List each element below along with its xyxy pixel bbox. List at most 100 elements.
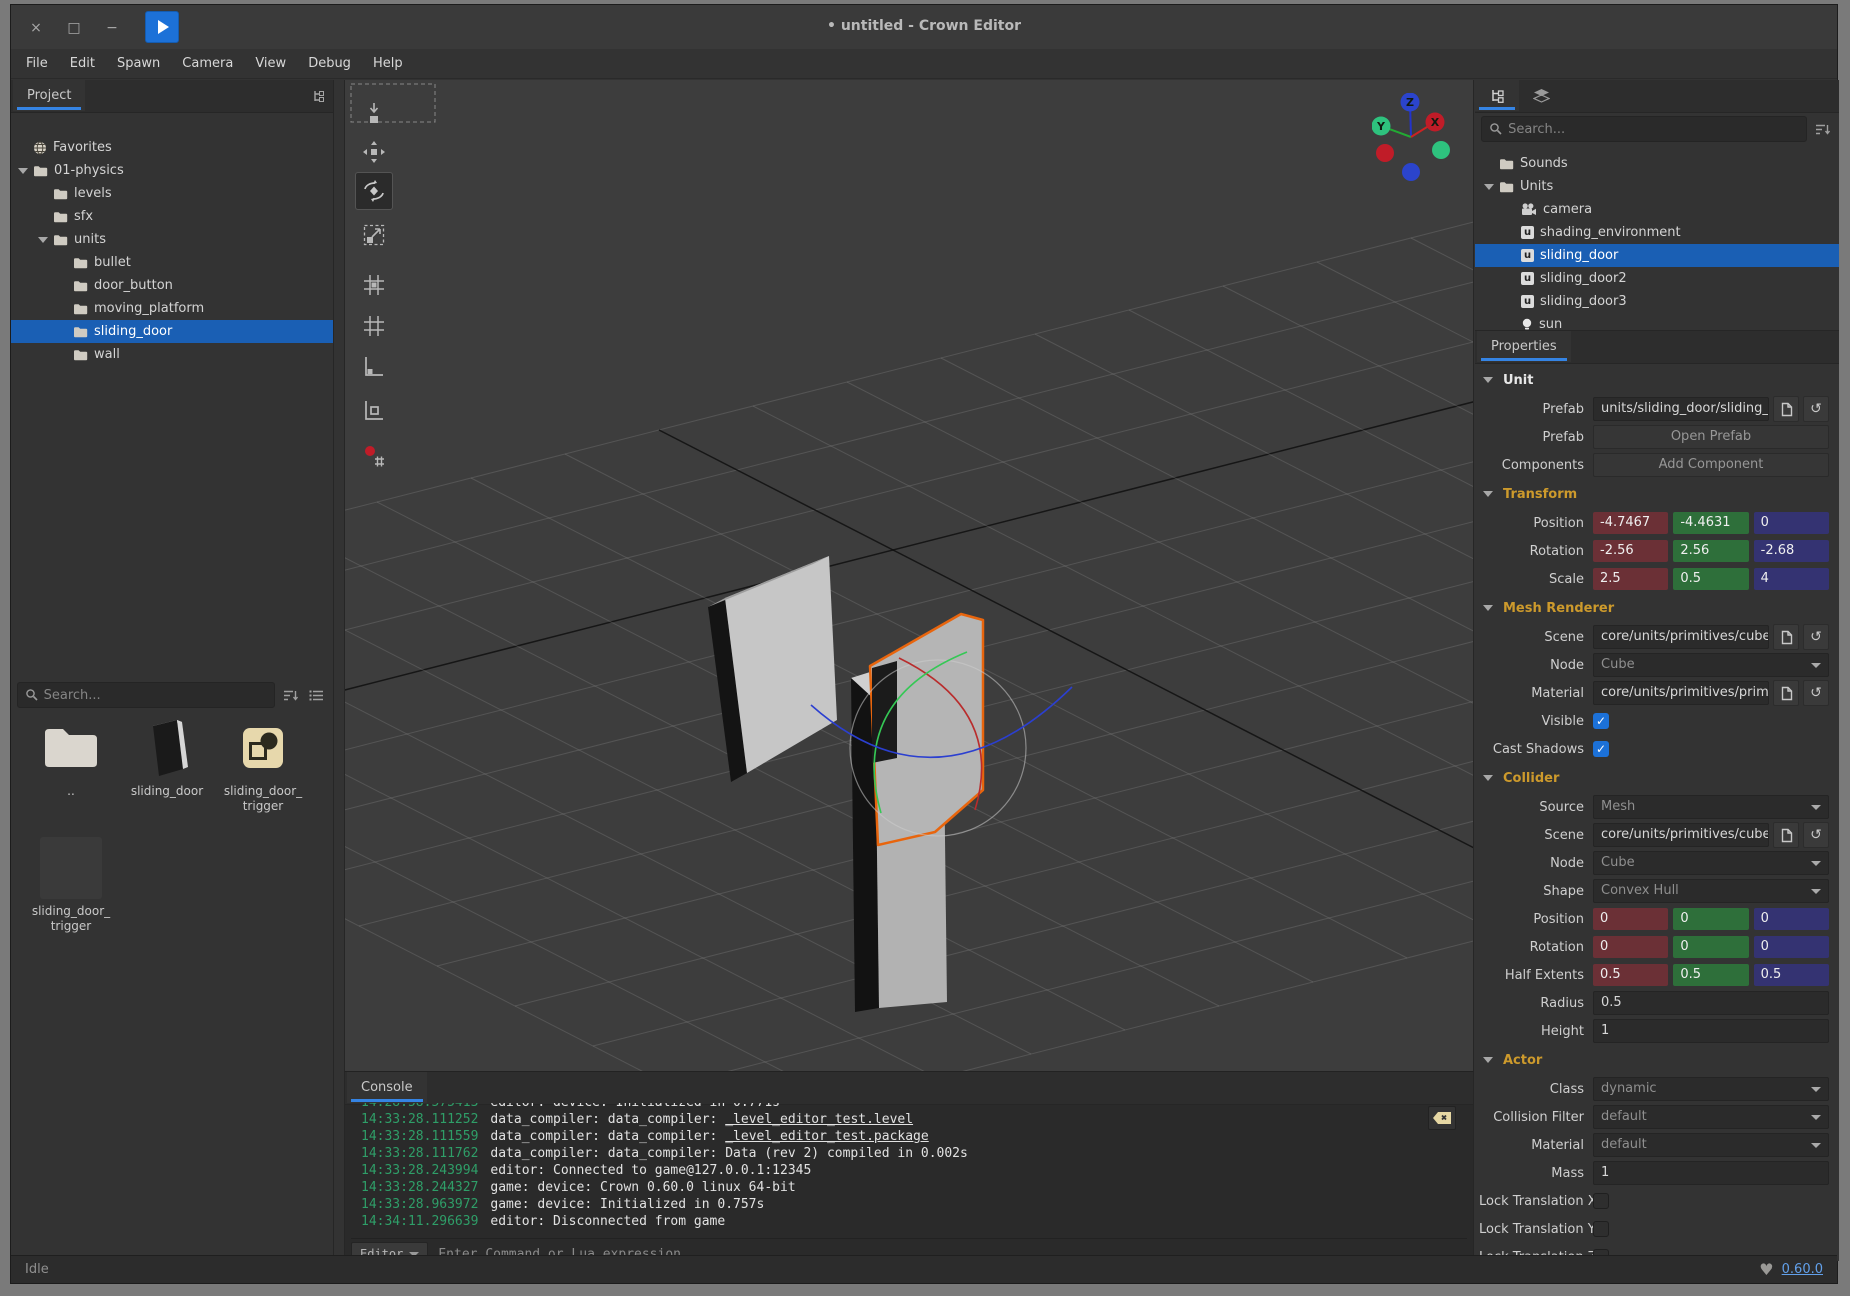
section-header-mesh-renderer[interactable]: Mesh Renderer <box>1475 593 1839 623</box>
rotation-z-field[interactable]: -2.68 <box>1754 540 1829 562</box>
outliner-search-input[interactable] <box>1506 121 1806 138</box>
axis-neg-z-ball[interactable] <box>1402 163 1420 181</box>
resource-path-field[interactable]: core/units/primitives/cube <box>1593 625 1769 649</box>
revert-resource-button[interactable]: ↺ <box>1803 680 1829 706</box>
resource-path-field[interactable]: units/sliding_door/sliding_door <box>1593 397 1769 421</box>
node-dropdown[interactable]: Cube <box>1593 653 1829 677</box>
scale-y-field[interactable]: 0.5 <box>1673 568 1748 590</box>
tab-properties[interactable]: Properties <box>1477 331 1571 362</box>
outliner-item-sliding-door3[interactable]: usliding_door3 <box>1475 290 1839 313</box>
clear-console-button[interactable] <box>1428 1106 1456 1130</box>
section-header-unit[interactable]: Unit <box>1475 365 1839 395</box>
project-item-sfx[interactable]: sfx <box>11 205 333 228</box>
project-search-input[interactable] <box>42 687 274 704</box>
open-prefab-button[interactable]: Open Prefab <box>1593 425 1829 449</box>
rotation-x-field[interactable]: 0 <box>1593 936 1668 958</box>
position-x-field[interactable]: -4.7467 <box>1593 512 1668 534</box>
snap-to-grid-tool-button[interactable] <box>359 270 389 300</box>
place-tool-button[interactable] <box>359 98 389 128</box>
scale-x-field[interactable]: 2.5 <box>1593 568 1668 590</box>
browse-resource-button[interactable] <box>1773 396 1799 422</box>
project-item-wall[interactable]: wall <box>11 343 333 366</box>
position-y-field[interactable]: -4.4631 <box>1673 512 1748 534</box>
menu-camera[interactable]: Camera <box>171 49 244 78</box>
log-resource-link[interactable]: _level_editor_test.package <box>725 1129 929 1144</box>
half-extents-y-field[interactable]: 0.5 <box>1673 964 1748 986</box>
outliner-item-sliding-door2[interactable]: usliding_door2 <box>1475 267 1839 290</box>
mass-field[interactable]: 1 <box>1593 1161 1829 1185</box>
position-y-field[interactable]: 0 <box>1673 908 1748 930</box>
asset-blank-preview[interactable]: sliding_door_ trigger <box>23 836 119 956</box>
cast-shadows-checkbox[interactable]: ✓ <box>1593 741 1609 757</box>
revert-resource-button[interactable]: ↺ <box>1803 822 1829 848</box>
rotation-y-field[interactable]: 2.56 <box>1673 540 1748 562</box>
rotation-z-field[interactable]: 0 <box>1754 936 1829 958</box>
half-extents-x-field[interactable]: 0.5 <box>1593 964 1668 986</box>
version-link[interactable]: 0.60.0 <box>1782 1262 1823 1277</box>
add-component-button[interactable]: Add Component <box>1593 453 1829 477</box>
scale-tool-button[interactable] <box>359 220 389 250</box>
menu-debug[interactable]: Debug <box>297 49 362 78</box>
section-header-actor[interactable]: Actor <box>1475 1045 1839 1075</box>
position-z-field[interactable]: 0 <box>1754 908 1829 930</box>
heart-icon[interactable]: ♥ <box>1759 1260 1773 1279</box>
project-item-moving-platform[interactable]: moving_platform <box>11 297 333 320</box>
project-item-levels[interactable]: levels <box>11 182 333 205</box>
material-dropdown[interactable]: default <box>1593 1133 1829 1157</box>
outliner-item-sliding-door[interactable]: usliding_door <box>1475 244 1839 267</box>
menu-view[interactable]: View <box>244 49 297 78</box>
asset-door-preview[interactable]: sliding_door <box>119 716 215 836</box>
tab-level-tree[interactable] <box>1475 80 1519 111</box>
console-log[interactable]: 14:28:58.575413editor: device: Initializ… <box>345 1103 1473 1231</box>
radius-field[interactable]: 0.5 <box>1593 991 1829 1015</box>
menu-file[interactable]: File <box>15 49 59 78</box>
list-view-icon[interactable] <box>305 684 327 706</box>
visible-checkbox[interactable]: ✓ <box>1593 713 1609 729</box>
axis-neg-y-ball[interactable] <box>1432 141 1450 159</box>
expander-icon[interactable] <box>13 168 33 174</box>
class-dropdown[interactable]: dynamic <box>1593 1077 1829 1101</box>
position-z-field[interactable]: 0 <box>1754 512 1829 534</box>
section-header-transform[interactable]: Transform <box>1475 479 1839 509</box>
reference-system-tool-button[interactable] <box>359 351 389 381</box>
move-tool-button[interactable] <box>359 137 389 167</box>
revert-resource-button[interactable]: ↺ <box>1803 624 1829 650</box>
rotate-tool-button[interactable] <box>355 172 393 210</box>
browse-resource-button[interactable] <box>1773 624 1799 650</box>
position-x-field[interactable]: 0 <box>1593 908 1668 930</box>
source-dropdown[interactable]: Mesh <box>1593 795 1829 819</box>
menu-edit[interactable]: Edit <box>59 49 106 78</box>
section-header-collider[interactable]: Collider <box>1475 763 1839 793</box>
menu-spawn[interactable]: Spawn <box>106 49 171 78</box>
sort-icon[interactable] <box>279 684 301 706</box>
shape-dropdown[interactable]: Convex Hull <box>1593 879 1829 903</box>
tab-layers[interactable] <box>1519 80 1563 111</box>
collision-filter-dropdown[interactable]: default <box>1593 1105 1829 1129</box>
outliner-item-units[interactable]: Units <box>1475 175 1839 198</box>
axis-neg-x-ball[interactable] <box>1376 144 1394 162</box>
outliner-item-shading-environment[interactable]: ushading_environment <box>1475 221 1839 244</box>
local-reference-tool-button[interactable] <box>359 395 389 425</box>
asset-folder-up[interactable]: .. <box>23 716 119 836</box>
browse-resource-button[interactable] <box>1773 822 1799 848</box>
wall-door-mesh[interactable] <box>708 556 837 782</box>
outliner-item-sounds[interactable]: Sounds <box>1475 152 1839 175</box>
browse-resource-button[interactable] <box>1773 680 1799 706</box>
rotation-y-field[interactable]: 0 <box>1673 936 1748 958</box>
selected-sliding-door-mesh[interactable] <box>870 614 983 845</box>
outliner-item-camera[interactable]: camera <box>1475 198 1839 221</box>
revert-resource-button[interactable]: ↺ <box>1803 396 1829 422</box>
tab-project[interactable]: Project <box>13 80 85 111</box>
snap-point-tool-button[interactable] <box>359 441 389 471</box>
node-dropdown[interactable]: Cube <box>1593 851 1829 875</box>
expander-icon[interactable] <box>33 237 53 243</box>
project-item-favorites[interactable]: Favorites <box>11 136 333 159</box>
viewport-3d[interactable]: Z Y X <box>344 80 1474 1071</box>
project-item-01-physics[interactable]: 01-physics <box>11 159 333 182</box>
tab-console[interactable]: Console <box>347 1072 427 1103</box>
menu-help[interactable]: Help <box>362 49 414 78</box>
lock-translation-y-checkbox[interactable] <box>1593 1221 1609 1237</box>
expander-icon[interactable] <box>1479 184 1499 190</box>
project-item-sliding-door[interactable]: sliding_door <box>11 320 333 343</box>
axis-orientation-gizmo[interactable]: Z Y X <box>1372 93 1464 189</box>
